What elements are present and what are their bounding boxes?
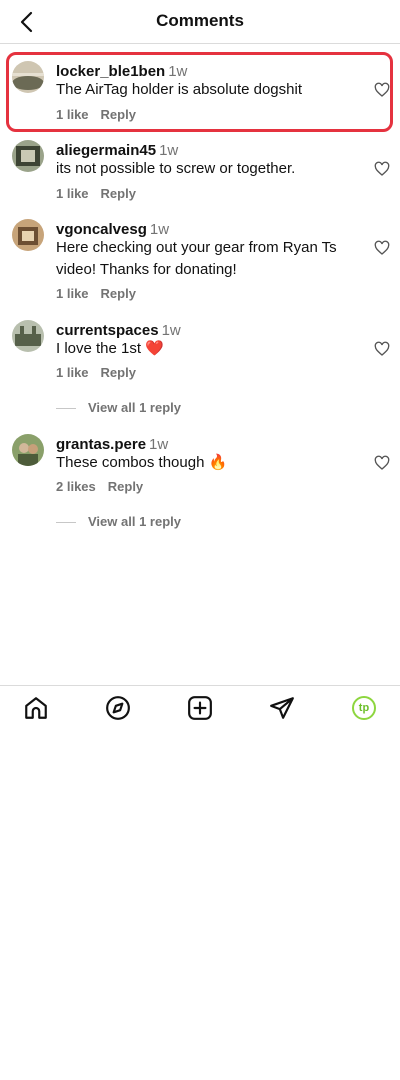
reply-button[interactable]: Reply bbox=[108, 479, 143, 494]
bottom-tab-bar: tp bbox=[0, 685, 400, 731]
home-icon[interactable] bbox=[23, 695, 49, 721]
comment-text: Here checking out your gear from Ryan Ts… bbox=[56, 239, 337, 278]
reply-button[interactable]: Reply bbox=[101, 107, 136, 122]
like-count[interactable]: 1 like bbox=[56, 365, 89, 380]
timestamp: 1w bbox=[149, 436, 169, 453]
comment-meta: 1 like Reply bbox=[56, 286, 136, 301]
comment-header: currentspaces 1w bbox=[56, 322, 181, 339]
comment-header: aliegermain45 1w bbox=[56, 142, 178, 159]
avatar[interactable] bbox=[12, 320, 44, 352]
comment-header: locker_ble1ben 1w bbox=[56, 63, 187, 80]
comment-header: vgoncalvesg 1w bbox=[56, 221, 169, 238]
avatar[interactable] bbox=[12, 61, 44, 93]
timestamp: 1w bbox=[168, 63, 188, 80]
heart-icon[interactable] bbox=[374, 82, 390, 98]
timestamp: 1w bbox=[161, 322, 181, 339]
profile-avatar-tab[interactable]: tp bbox=[352, 696, 376, 720]
comment-meta: 1 like Reply bbox=[56, 107, 136, 122]
username[interactable]: locker_ble1ben bbox=[56, 63, 165, 80]
comment-meta: 1 like Reply bbox=[56, 365, 136, 380]
username[interactable]: currentspaces bbox=[56, 322, 159, 339]
avatar[interactable] bbox=[12, 434, 44, 466]
comment-text: The AirTag holder is absolute dogshit bbox=[56, 81, 302, 98]
header-bar: Comments bbox=[0, 0, 400, 44]
like-count[interactable]: 1 like bbox=[56, 107, 89, 122]
view-replies-label[interactable]: View all 1 reply bbox=[88, 400, 181, 415]
view-replies-button[interactable]: View all 1 reply bbox=[56, 400, 181, 415]
comment-meta: 1 like Reply bbox=[56, 186, 136, 201]
reply-divider bbox=[56, 408, 76, 410]
heart-icon[interactable] bbox=[374, 161, 390, 177]
avatar[interactable] bbox=[12, 140, 44, 172]
like-count[interactable]: 1 like bbox=[56, 186, 89, 201]
heart-icon[interactable] bbox=[374, 240, 390, 256]
reply-button[interactable]: Reply bbox=[101, 186, 136, 201]
like-count[interactable]: 2 likes bbox=[56, 479, 96, 494]
comment-text: its not possible to screw or together. bbox=[56, 160, 296, 177]
page-title: Comments bbox=[156, 11, 244, 30]
view-replies-label[interactable]: View all 1 reply bbox=[88, 514, 181, 529]
explore-compass-icon[interactable] bbox=[105, 695, 131, 721]
username[interactable]: aliegermain45 bbox=[56, 142, 156, 159]
heart-icon[interactable] bbox=[374, 455, 390, 471]
timestamp: 1w bbox=[149, 221, 170, 238]
reply-button[interactable]: Reply bbox=[101, 286, 136, 301]
comment-text: These combos though 🔥 bbox=[56, 454, 228, 471]
comment-text: I love the 1st ❤️ bbox=[56, 340, 164, 357]
reply-divider bbox=[56, 522, 76, 524]
like-count[interactable]: 1 like bbox=[56, 286, 89, 301]
comment-header: grantas.pere 1w bbox=[56, 436, 168, 453]
username[interactable]: grantas.pere bbox=[56, 436, 146, 453]
reply-button[interactable]: Reply bbox=[101, 365, 136, 380]
timestamp: 1w bbox=[159, 142, 179, 159]
username[interactable]: vgoncalvesg bbox=[56, 221, 147, 238]
avatar[interactable] bbox=[12, 219, 44, 251]
view-replies-button[interactable]: View all 1 reply bbox=[56, 514, 181, 529]
new-post-icon[interactable] bbox=[187, 695, 213, 721]
heart-icon[interactable] bbox=[374, 341, 390, 357]
comment-meta: 2 likes Reply bbox=[56, 479, 143, 494]
direct-message-icon[interactable] bbox=[269, 695, 295, 721]
